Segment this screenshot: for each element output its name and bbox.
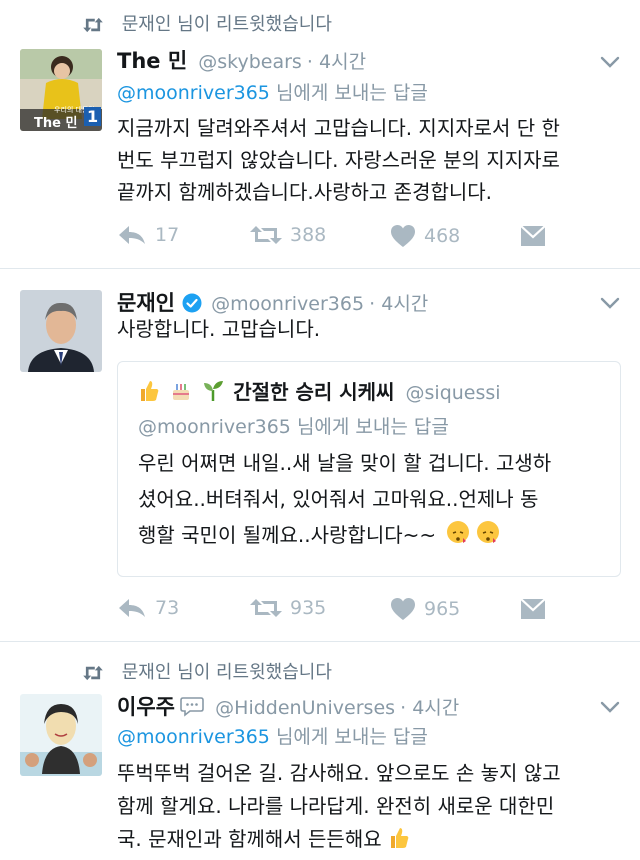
reply-button[interactable]: 17 — [117, 224, 179, 246]
retweet-button[interactable]: 388 — [250, 224, 326, 246]
reply-count: 73 — [155, 597, 180, 619]
avatar[interactable] — [20, 290, 102, 372]
direct-message-icon[interactable] — [520, 225, 546, 247]
verified-badge-icon — [182, 293, 202, 313]
tweet-text-line: 국. 문재인과 함께해서 든든해요 — [117, 823, 561, 856]
display-name[interactable]: 문재인 — [117, 291, 175, 315]
reply-to-link[interactable]: @moonriver365 — [117, 726, 270, 748]
retweet-context-text: 문재인 님이 리트윗했습니다 — [121, 662, 332, 683]
retweet-icon — [250, 226, 282, 244]
quoted-display-name[interactable]: 간절한 승리 시케씨 — [233, 380, 394, 404]
reply-to-link[interactable]: @moonriver365 — [117, 82, 270, 104]
tweet-divider — [0, 268, 640, 269]
retweet-count: 935 — [290, 597, 327, 619]
tweet-text: 뚜벅뚜벅 걸어온 길. 감사해요. 앞으로도 손 놓지 않고 함께 할게요. 나… — [117, 757, 561, 856]
reply-button[interactable]: 73 — [117, 597, 179, 619]
thumbs-up-icon — [138, 379, 160, 403]
like-count: 468 — [424, 225, 461, 247]
retweet-count: 388 — [290, 224, 327, 246]
avatar-caption: The 민 — [34, 116, 78, 131]
tweet-text-line: 번도 부끄럽지 않았습니다. 자랑스러운 분의 지지자로 — [117, 148, 560, 172]
display-name[interactable]: 이우주 — [117, 695, 175, 719]
reply-context: @moonriver365 님에게 보내는 답글 — [117, 722, 428, 749]
user-handle[interactable]: @moonriver365 — [211, 293, 364, 315]
reply-count: 17 — [155, 224, 180, 246]
user-handle[interactable]: @skybears — [198, 51, 302, 73]
avatar-badge: 1 — [84, 107, 102, 126]
like-button[interactable]: 468 — [390, 224, 460, 248]
tweet-header: 이우주 @HiddenUniverses · 4시간 — [117, 691, 459, 721]
quoted-tweet[interactable]: 간절한 승리 시케씨 @siquessi @moonriver365 님에게 보… — [117, 361, 621, 577]
tweet-divider — [0, 641, 640, 642]
tweet-text: 지금까지 달려와주셔서 고맙습니다. 지지자로서 단 한 번도 부끄럽지 않았습… — [117, 112, 560, 208]
direct-message-icon[interactable] — [520, 598, 546, 620]
tweet-text-line-end: 국. 문재인과 함께해서 든든해요 — [117, 827, 382, 851]
quoted-text-line: 행할 국민이 될께요..사랑합니다~~ — [138, 517, 551, 553]
tweet-text-line: 끝까지 함께하겠습니다.사랑하고 존경합니다. — [117, 180, 493, 204]
retweet-icon — [250, 599, 282, 617]
kiss-face-icon — [446, 521, 469, 543]
quoted-text-line-end: 행할 국민이 될께요..사랑합니다~~ — [138, 523, 437, 547]
avatar[interactable] — [20, 694, 102, 776]
reply-icon — [119, 226, 145, 244]
avatar[interactable]: 우리의 대통령 The 민 1 — [20, 49, 102, 131]
timestamp[interactable]: · 4시간 — [307, 51, 366, 73]
avatar-image — [20, 290, 102, 372]
reply-to-label: 님에게 보내는 답글 — [269, 82, 428, 104]
chevron-down-icon[interactable] — [600, 296, 620, 310]
reply-icon — [119, 599, 145, 617]
tweet-header: The 민 @skybears · 4시간 — [117, 45, 366, 75]
reply-to-label: 님에게 보내는 답글 — [269, 726, 428, 748]
retweet-context: 문재인 님이 리트윗했습니다 — [82, 10, 332, 36]
quoted-text-line: 셨어요..버텨줘서, 있어줘서 고마워요..언제나 동 — [138, 487, 539, 511]
quoted-reply-to-link[interactable]: @moonriver365 — [138, 416, 291, 438]
speech-bubble-icon — [180, 697, 204, 717]
chevron-down-icon[interactable] — [600, 700, 620, 714]
retweet-icon — [83, 665, 103, 681]
quoted-user-handle[interactable]: @siquessi — [406, 382, 501, 404]
heart-icon — [391, 598, 415, 620]
timestamp[interactable]: · 4시간 — [369, 293, 428, 315]
tweet-text-line: 함께 할게요. 나라를 나라답게. 완전히 새로운 대한민 — [117, 794, 555, 818]
thumbs-up-icon — [388, 826, 410, 850]
kiss-face-icon — [476, 521, 499, 543]
tweet-text: 사랑합니다. 고맙습니다. — [117, 317, 321, 341]
retweet-context-text: 문재인 님이 리트윗했습니다 — [121, 14, 332, 35]
quoted-text-line: 우린 어쩌면 내일..새 날을 맞이 할 겁니다. 고생하 — [138, 451, 552, 475]
retweet-context: 문재인 님이 리트윗했습니다 — [82, 658, 332, 684]
user-handle[interactable]: @HiddenUniverses — [215, 697, 395, 719]
retweet-button[interactable]: 935 — [250, 597, 326, 619]
display-name[interactable]: The 민 — [117, 49, 187, 73]
quoted-tweet-text: 우린 어쩌면 내일..새 날을 맞이 할 겁니다. 고생하 셨어요..버텨줘서,… — [138, 445, 551, 553]
quoted-reply-to-label: 님에게 보내는 답글 — [290, 416, 449, 438]
retweet-icon — [83, 17, 103, 33]
seedling-icon — [202, 379, 224, 403]
heart-icon — [391, 225, 415, 247]
chevron-down-icon[interactable] — [600, 55, 620, 69]
reply-context: @moonriver365 님에게 보내는 답글 — [117, 78, 428, 105]
like-count: 965 — [424, 598, 461, 620]
tweet-text-line: 지금까지 달려와주셔서 고맙습니다. 지지자로서 단 한 — [117, 116, 560, 140]
quoted-reply-context: @moonriver365 님에게 보내는 답글 — [138, 412, 449, 439]
tweet-text-line: 뚜벅뚜벅 걸어온 길. 감사해요. 앞으로도 손 놓지 않고 — [117, 761, 561, 785]
cake-icon — [169, 379, 193, 403]
like-button[interactable]: 965 — [390, 597, 460, 621]
timestamp[interactable]: · 4시간 — [400, 697, 459, 719]
avatar-image — [20, 694, 102, 776]
quoted-tweet-header: 간절한 승리 시케씨 @siquessi — [138, 376, 501, 405]
